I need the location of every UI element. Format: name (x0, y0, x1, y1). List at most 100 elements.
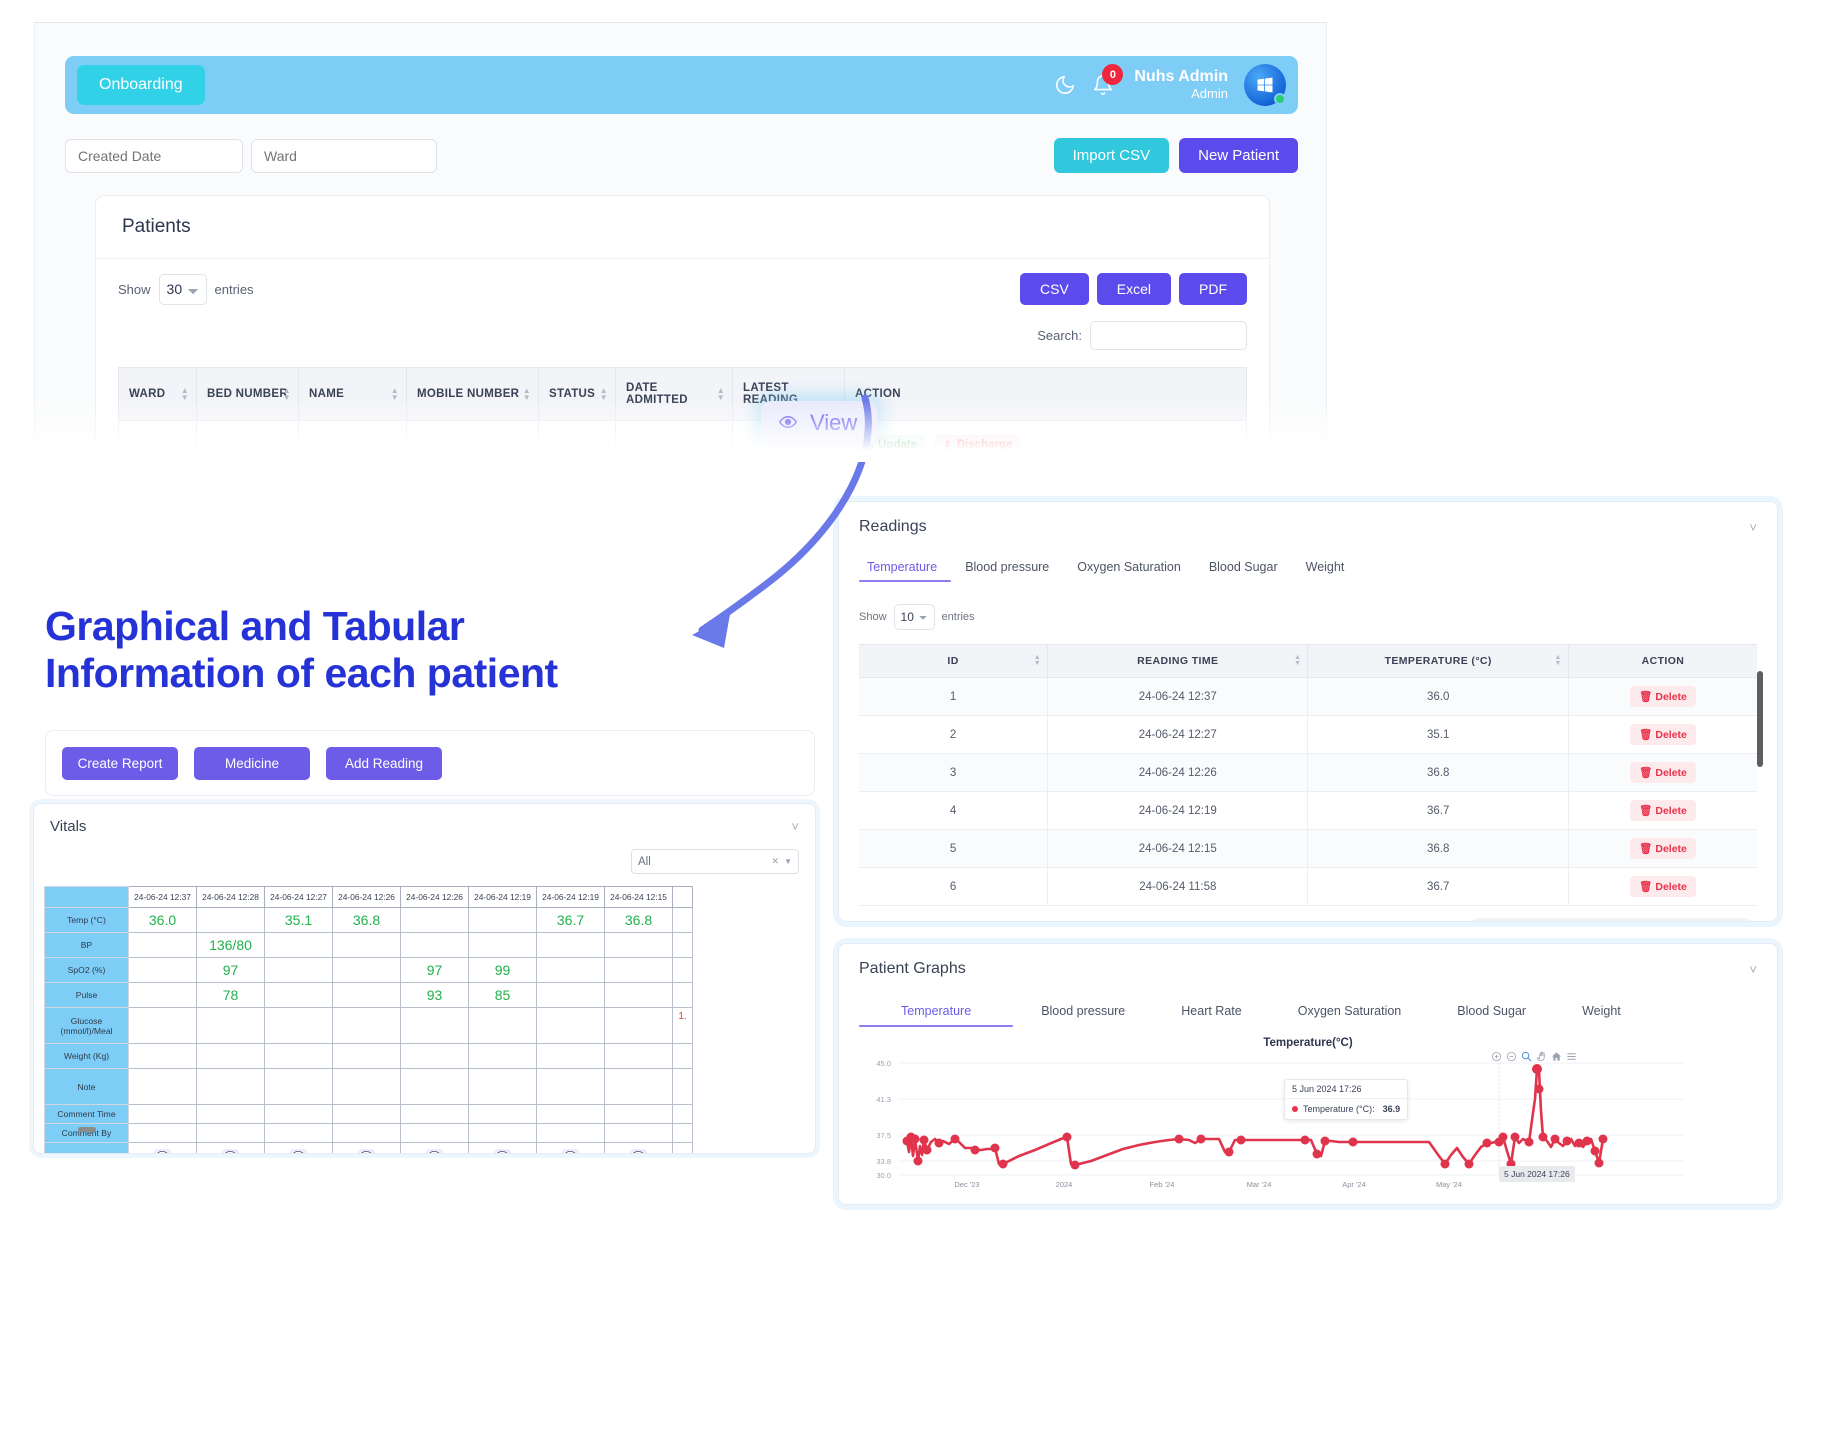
vitals-value (332, 932, 401, 958)
delete-button[interactable]: 🗑 Delete (1630, 800, 1696, 821)
tab-blood-pressure[interactable]: Blood pressure (1013, 1000, 1153, 1027)
column-header-ward[interactable]: WARD ▲ ▼ (118, 367, 197, 421)
sort-icon: ▲ ▼ (180, 386, 189, 402)
created-date-input[interactable] (65, 138, 243, 173)
avatar[interactable] (1244, 64, 1286, 106)
cell-temperature: 36.7 (1307, 867, 1569, 906)
delete-button[interactable]: 🗑 Delete (1630, 686, 1696, 707)
chevron-down-icon[interactable]: ▼ (784, 857, 792, 866)
cell-id: 3 (859, 753, 1048, 792)
comment-icon[interactable]: 💬 (494, 1149, 511, 1153)
pan-icon[interactable] (1536, 1051, 1547, 1062)
delete-button[interactable]: 🗑 Delete (1630, 724, 1696, 745)
entries-per-page-select[interactable]: 10 (893, 604, 935, 630)
onboarding-button[interactable]: Onboarding (77, 65, 205, 105)
tab-heart-rate[interactable]: Heart Rate (1153, 1000, 1269, 1027)
tab-oxygen-saturation[interactable]: Oxygen Saturation (1063, 556, 1195, 582)
comment-icon[interactable]: 💬 (630, 1149, 647, 1153)
column-header-status[interactable]: STATUS ▲ ▼ (538, 367, 616, 421)
patients-toolbar: Show 30 entries CSV Excel PDF (96, 259, 1269, 305)
vitals-value (536, 1043, 605, 1069)
comment-icon[interactable]: 💬 (154, 1149, 171, 1153)
chevron-down-icon[interactable]: ˅ (1749, 962, 1757, 977)
cell-reading-time: 24-06-24 12:37 (1047, 677, 1308, 716)
chart-tooltip: 5 Jun 2024 17:26 Temperature (°C): 36.9 (1284, 1079, 1409, 1120)
comment-icon[interactable]: 💬 (562, 1149, 579, 1153)
vitals-value (128, 982, 197, 1008)
delete-button[interactable]: 🗑 Delete (1630, 876, 1696, 897)
chart-plot[interactable]: 45.0 41.3 37.5 33.8 30.0 Dec '23 2024 Fe… (839, 1051, 1778, 1197)
tab-blood-pressure[interactable]: Blood pressure (951, 556, 1063, 582)
column-header-reading-time[interactable]: READING TIME ▲ ▼ (1047, 644, 1308, 678)
selection-zoom-icon[interactable] (1521, 1051, 1532, 1062)
tab-temperature[interactable]: Temperature (859, 1000, 1014, 1027)
notifications-button[interactable]: 0 (1092, 64, 1124, 96)
vitals-value (400, 932, 469, 958)
cell-reading-time: 24-06-24 12:15 (1047, 829, 1308, 868)
vitals-row-label: Weight (Kg) (44, 1043, 129, 1069)
readings-vertical-scrollbar[interactable] (1757, 671, 1763, 767)
sort-icon: ▲ ▼ (1294, 654, 1302, 667)
scrollbar-thumb[interactable] (78, 1127, 96, 1132)
vitals-value: 99 (468, 957, 537, 983)
vitals-value (468, 907, 537, 933)
export-pdf-button[interactable]: PDF (1179, 273, 1247, 305)
user-info[interactable]: Nuhs Admin Admin (1134, 68, 1228, 101)
comment-icon[interactable]: 💬 (290, 1149, 307, 1153)
vitals-value (604, 1104, 673, 1124)
moon-icon[interactable] (1054, 74, 1076, 96)
chart-title: Temperature(°C) (1263, 1037, 1353, 1049)
entries-per-page-select[interactable]: 30 (158, 273, 207, 305)
export-excel-button[interactable]: Excel (1096, 273, 1171, 305)
cell-id: 1 (859, 677, 1048, 716)
vitals-action-cell: 💬 (536, 1142, 605, 1153)
headline-line-1: Graphical and Tabular (45, 603, 465, 649)
vitals-value (264, 982, 333, 1008)
vitals-value (332, 1007, 401, 1044)
svg-text:Mar '24: Mar '24 (1247, 1180, 1272, 1189)
zoom-in-icon[interactable] (1491, 1051, 1502, 1062)
tab-blood-sugar[interactable]: Blood Sugar (1429, 1000, 1554, 1027)
comment-icon[interactable]: 💬 (426, 1149, 443, 1153)
cell-id: 2 (859, 715, 1048, 754)
discharge-button[interactable]: Discharge (933, 435, 1021, 455)
new-patient-button[interactable]: New Patient (1179, 138, 1298, 173)
zoom-out-icon[interactable] (1506, 1051, 1517, 1062)
create-report-button[interactable]: Create Report (62, 746, 178, 780)
medicine-button[interactable]: Medicine (194, 746, 310, 780)
vitals-date-column: 24-06-24 12:27 (264, 886, 333, 908)
sort-icon: ▲ ▼ (390, 386, 399, 402)
graphs-title: Patient Graphs (859, 960, 966, 977)
add-reading-button[interactable]: Add Reading (326, 746, 442, 780)
menu-icon[interactable] (1566, 1051, 1577, 1062)
column-label: WARD (129, 388, 166, 400)
chevron-down-icon[interactable]: ˅ (1749, 520, 1757, 535)
search-input[interactable] (1090, 321, 1247, 350)
vitals-horizontal-scrollbar[interactable] (78, 1127, 718, 1133)
vitals-corner-cell (44, 886, 129, 908)
delete-button[interactable]: 🗑 Delete (1630, 762, 1696, 783)
reset-home-icon[interactable] (1551, 1051, 1562, 1062)
tab-blood-sugar[interactable]: Blood Sugar (1195, 556, 1292, 582)
column-header-bed-number[interactable]: BED NUMBER ▲ ▼ (196, 367, 299, 421)
tab-weight[interactable]: Weight (1554, 1000, 1649, 1027)
vitals-filter-select[interactable]: All ✕ ▼ (631, 849, 799, 874)
import-csv-button[interactable]: Import CSV (1053, 138, 1170, 173)
export-csv-button[interactable]: CSV (1019, 273, 1089, 305)
vitals-value (264, 1007, 333, 1044)
trash-icon: 🗑 (1639, 843, 1653, 855)
comment-icon[interactable]: 💬 (358, 1149, 375, 1153)
tab-weight[interactable]: Weight (1292, 556, 1359, 582)
vitals-value: 93 (400, 982, 469, 1008)
clear-icon[interactable]: ✕ (772, 856, 780, 867)
ward-input[interactable] (251, 138, 437, 173)
column-header-temperature[interactable]: TEMPERATURE (°C) ▲ ▼ (1307, 644, 1569, 678)
tab-oxygen-saturation[interactable]: Oxygen Saturation (1270, 1000, 1430, 1027)
column-header-mobile-number[interactable]: MOBILE NUMBER ▲ ▼ (406, 367, 539, 421)
chevron-down-icon[interactable]: ˅ (791, 819, 799, 834)
svg-text:33.8: 33.8 (876, 1157, 891, 1166)
delete-button[interactable]: 🗑 Delete (1630, 838, 1696, 859)
comment-icon[interactable]: 💬 (222, 1149, 239, 1153)
column-header-name[interactable]: NAME ▲ ▼ (298, 367, 407, 421)
readings-card: Readings ˅ Temperature Blood pressure Ox… (838, 501, 1778, 922)
